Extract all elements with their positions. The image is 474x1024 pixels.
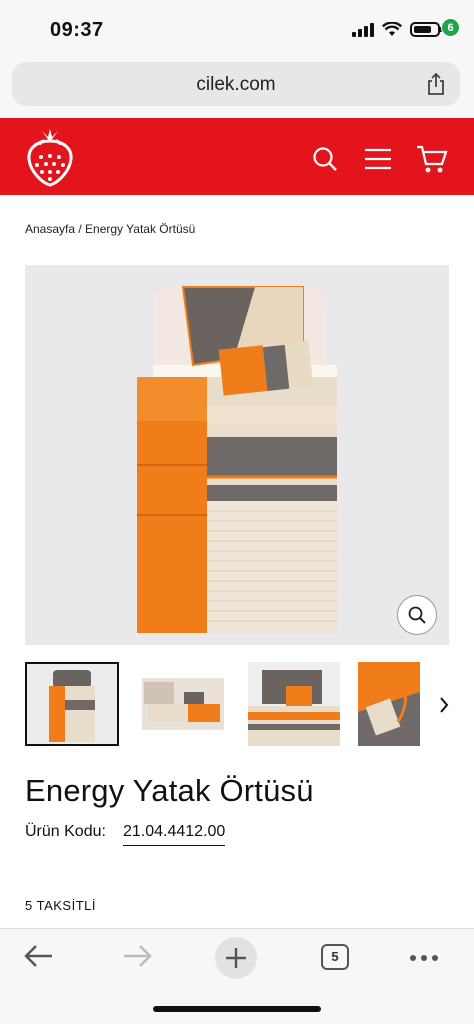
site-header [0,118,474,195]
tabs-button[interactable]: 5 [321,944,349,970]
cart-icon[interactable] [416,144,448,174]
forward-arrow-icon[interactable] [122,943,152,969]
product-code-value: 21.04.4412.00 [123,823,226,846]
bedspread-illustration [137,286,337,633]
address-bar[interactable]: cilek.com [12,62,460,106]
menu-icon[interactable] [364,148,392,170]
breadcrumb[interactable]: Anasayfa / Energy Yatak Örtüsü [25,222,195,236]
thumbnail-image [358,662,420,746]
home-indicator[interactable] [153,1006,321,1012]
status-time: 09:37 [50,19,104,41]
thumbnail-image [248,662,340,746]
status-bar: 09:37 [0,0,474,58]
back-arrow-icon[interactable] [24,943,54,969]
strawberry-logo[interactable] [24,127,76,187]
share-icon[interactable] [426,72,446,96]
thumbnail-2[interactable] [138,662,228,746]
cart-count-badge[interactable]: 6 [441,18,460,37]
plus-icon [226,948,246,968]
thumbnail-image [27,664,117,744]
wifi-icon [382,22,402,36]
url-text[interactable]: cilek.com [12,74,460,96]
product-code-label: Ürün Kodu: [25,823,106,840]
zoom-button[interactable] [397,595,437,635]
signal-icon [352,22,374,37]
status-icons [352,22,443,37]
battery-icon [410,22,443,37]
zoom-icon [408,606,426,624]
more-icon[interactable] [410,955,438,961]
thumbnail-1[interactable] [25,662,119,746]
thumbnail-4[interactable] [358,662,420,746]
search-icon[interactable] [312,146,338,172]
thumbnail-image [138,662,228,746]
new-tab-button[interactable] [215,937,257,979]
product-main-image[interactable] [25,265,449,645]
thumbnail-3[interactable] [248,662,340,746]
product-title: Energy Yatak Örtüsü [25,773,314,808]
installments-label: 5 TAKSİTLİ [25,898,96,913]
chevron-right-icon[interactable] [438,696,450,714]
address-area: cilek.com [0,58,474,118]
